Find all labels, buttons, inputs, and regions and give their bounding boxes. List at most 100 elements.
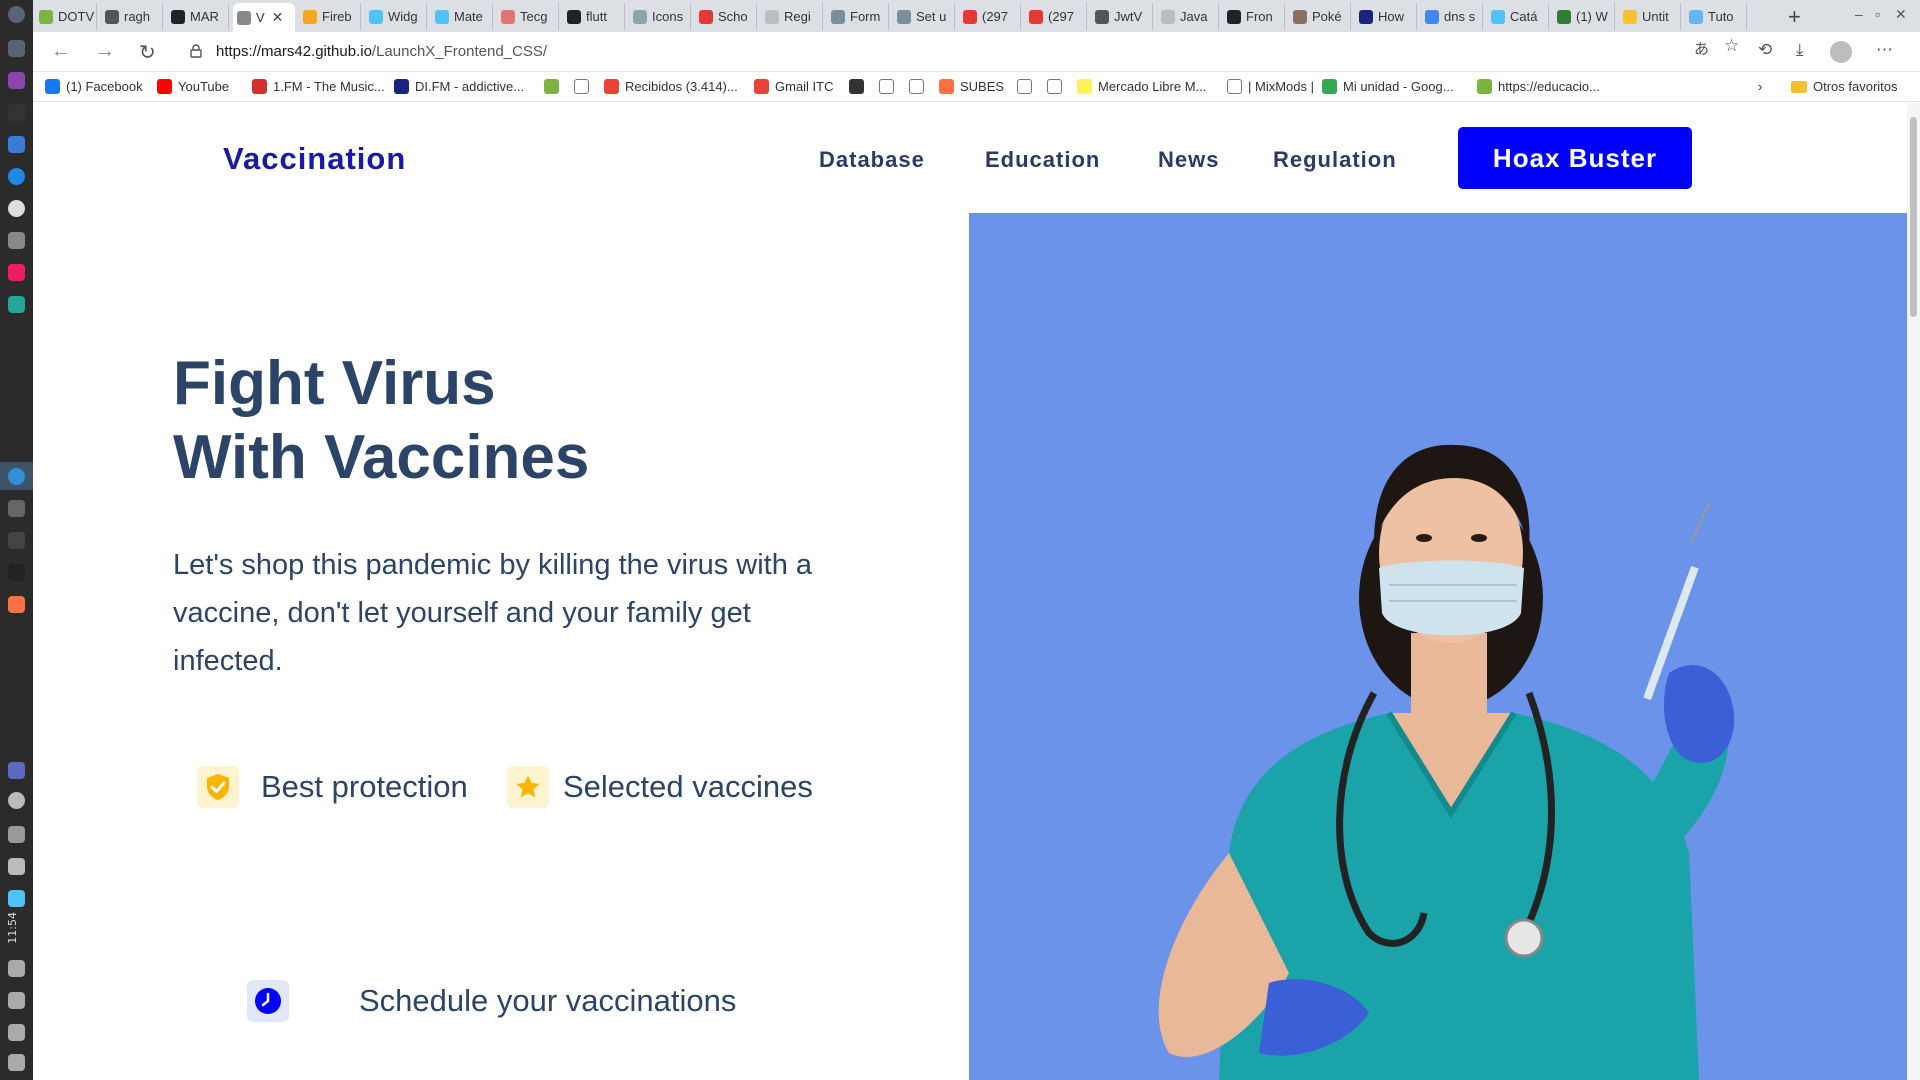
browser-tab[interactable]: Catá	[1487, 3, 1549, 30]
browser-tab[interactable]: How	[1355, 3, 1417, 30]
browser-tab[interactable]: Tecg	[497, 3, 559, 30]
nav-regulation[interactable]: Regulation	[1273, 147, 1397, 173]
teams-icon[interactable]	[8, 762, 25, 779]
bookmark-item[interactable]: Recibidos (3.414)...	[604, 79, 738, 94]
hoax-buster-button[interactable]: Hoax Buster	[1458, 127, 1692, 189]
bookmark-item[interactable]: (1) Facebook	[45, 79, 143, 94]
nav-database[interactable]: Database	[819, 147, 925, 173]
back-button[interactable]: ←	[51, 40, 71, 63]
browser-tab[interactable]: dns s	[1421, 3, 1483, 30]
bookmark-item[interactable]: Mercado Libre M...	[1077, 79, 1206, 94]
package-icon[interactable]	[8, 232, 25, 249]
screenshot-icon[interactable]	[8, 890, 25, 907]
browser-tab[interactable]: flutt	[563, 3, 625, 30]
bookmark-item[interactable]: | MixMods |	[1227, 79, 1314, 94]
browser-tab[interactable]: Fron	[1223, 3, 1285, 30]
browser-icon[interactable]	[8, 200, 25, 217]
address-bar[interactable]: https://mars42.github.io/LaunchX_Fronten…	[176, 36, 1746, 68]
hero-title: Fight Virus With Vaccines	[173, 349, 590, 492]
browser-tab[interactable]: MAR	[167, 3, 229, 30]
bookmark-favicon-icon	[909, 79, 924, 94]
history-icon[interactable]: ⟲	[1758, 40, 1772, 60]
bookmark-item[interactable]	[544, 79, 559, 94]
browser-tab[interactable]: Untit	[1619, 3, 1681, 30]
desktop-icon[interactable]	[8, 1054, 25, 1071]
translate-icon[interactable]: あ	[1694, 38, 1709, 59]
downloads-icon[interactable]: ⤓	[1796, 40, 1804, 60]
browser-tab[interactable]: JwtV	[1091, 3, 1153, 30]
scrollbar-thumb[interactable]	[1910, 117, 1917, 317]
browser-tab[interactable]: Fireb	[299, 3, 361, 30]
site-brand[interactable]: Vaccination	[223, 141, 406, 177]
bookmark-item[interactable]	[1017, 79, 1032, 94]
browser-tab[interactable]: DOTV	[35, 3, 97, 30]
browser-tab[interactable]: (297	[959, 3, 1021, 30]
minimize-button[interactable]: –	[1855, 6, 1863, 22]
bell-icon[interactable]	[8, 792, 25, 809]
maximize-button[interactable]: ▫	[1875, 6, 1880, 22]
bookmark-item[interactable]	[909, 79, 924, 94]
volume-icon[interactable]	[8, 858, 25, 875]
nav-news[interactable]: News	[1158, 147, 1219, 173]
bookmarks-overflow-chevron-icon[interactable]: ›	[1758, 79, 1762, 94]
browser-tab[interactable]: Widg	[365, 3, 427, 30]
bookmark-item[interactable]	[574, 79, 589, 94]
clipboard-icon[interactable]	[8, 826, 25, 843]
keyboard-icon[interactable]	[8, 992, 25, 1009]
bookmark-item[interactable]: SUBES	[939, 79, 1004, 94]
browser-tab[interactable]: ragh	[101, 3, 163, 30]
browser-tab[interactable]: Form	[827, 3, 889, 30]
ide-icon[interactable]	[8, 264, 25, 281]
other-bookmarks-folder[interactable]: Otros favoritos	[1791, 79, 1898, 94]
nav-education[interactable]: Education	[985, 147, 1100, 173]
terminal-icon[interactable]	[8, 104, 25, 121]
bookmark-item[interactable]: 1.FM - The Music...	[252, 79, 385, 94]
more-menu-icon[interactable]: ⋯	[1876, 40, 1893, 60]
bluetooth-icon[interactable]	[8, 960, 25, 977]
edge-icon[interactable]	[8, 168, 25, 185]
terminal2-icon[interactable]	[8, 532, 25, 549]
forward-button[interactable]: →	[95, 40, 115, 63]
bookmark-item[interactable]	[849, 79, 864, 94]
files-icon[interactable]	[8, 40, 25, 57]
shield-icon[interactable]	[8, 1024, 25, 1041]
favorite-star-icon[interactable]: ☆	[1724, 36, 1739, 56]
folder-icon[interactable]	[8, 136, 25, 153]
bookmark-item[interactable]: Gmail ITC	[754, 79, 834, 94]
page-scrollbar[interactable]	[1907, 103, 1920, 1080]
tab-label: Java	[1180, 9, 1208, 24]
bookmark-item[interactable]: DI.FM - addictive...	[394, 79, 524, 94]
browser-tab[interactable]: Scho	[695, 3, 757, 30]
bookmark-item[interactable]: Mi unidad - Goog...	[1322, 79, 1454, 94]
close-tab-icon[interactable]: ✕	[272, 9, 284, 26]
bookmark-item[interactable]	[1047, 79, 1062, 94]
browser-tab[interactable]: V ✕	[233, 3, 295, 32]
browser-tab[interactable]: Regi	[761, 3, 823, 30]
ide2-icon[interactable]	[8, 296, 25, 313]
reload-button[interactable]: ↻	[139, 40, 156, 65]
menu-icon[interactable]	[8, 6, 25, 23]
tab-label: dns s	[1444, 9, 1476, 24]
bookmark-label: https://educacio...	[1498, 79, 1600, 94]
browser-tab[interactable]: Tuto	[1685, 3, 1747, 30]
edge-active-icon[interactable]	[8, 468, 25, 485]
browser-tab[interactable]: Icons	[629, 3, 691, 30]
browser-tab[interactable]: (297	[1025, 3, 1087, 30]
bookmark-item[interactable]: https://educacio...	[1477, 79, 1600, 94]
browser-tab[interactable]: Poké	[1289, 3, 1351, 30]
tab-label: Set u	[916, 9, 947, 24]
bookmark-item[interactable]	[879, 79, 894, 94]
browser-tab[interactable]: Java	[1157, 3, 1219, 30]
browser-tab[interactable]: Mate	[431, 3, 493, 30]
profile-avatar[interactable]	[1830, 41, 1852, 63]
bookmark-item[interactable]: YouTube	[157, 79, 229, 94]
window-icon[interactable]	[8, 500, 25, 517]
browser-tab[interactable]: (1) W	[1553, 3, 1615, 30]
app2-icon[interactable]	[8, 596, 25, 613]
close-window-button[interactable]: ✕	[1895, 6, 1907, 23]
toolbar: ← → ↻ https://mars42.github.io/LaunchX_F…	[33, 32, 1920, 72]
app-icon[interactable]	[8, 72, 25, 89]
terminal3-icon[interactable]	[8, 564, 25, 581]
browser-tab[interactable]: Set u	[893, 3, 955, 30]
new-tab-button[interactable]: +	[1788, 4, 1801, 30]
